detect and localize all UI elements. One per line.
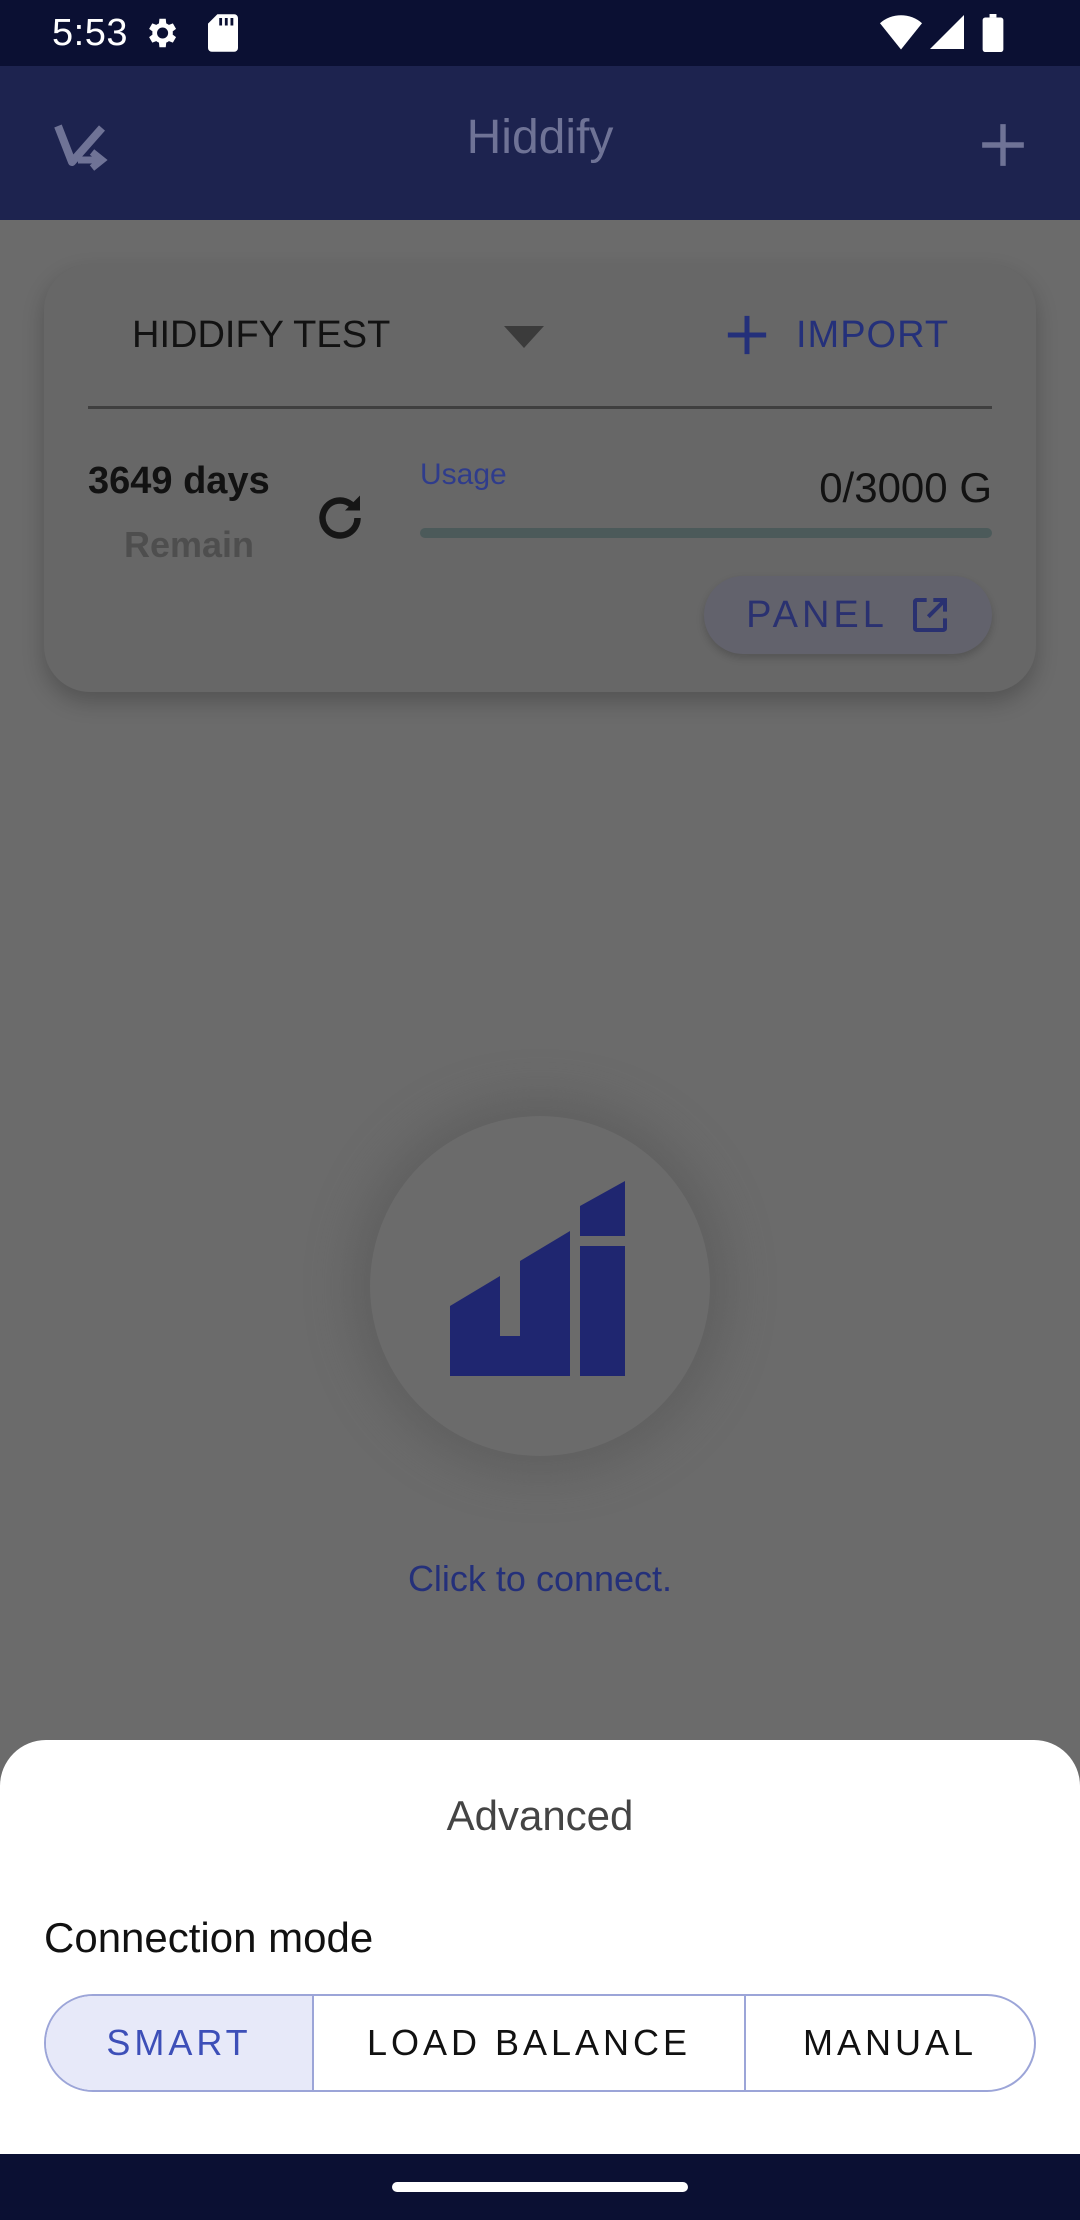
panel-label: PANEL — [746, 593, 888, 636]
panel-button[interactable]: PANEL — [704, 576, 992, 654]
external-link-icon — [912, 598, 947, 632]
divider — [88, 406, 992, 409]
status-bar: 5:53 — [0, 0, 1080, 66]
usage-value: 0/3000 G — [819, 464, 992, 511]
plus-icon[interactable] — [978, 120, 1028, 170]
sheet-title: Advanced — [446, 1792, 634, 1839]
profile-name[interactable]: HIDDIFY TEST — [132, 314, 390, 357]
home-gesture-handle[interactable] — [392, 2182, 688, 2192]
usage-label: Usage — [420, 458, 507, 491]
status-time: 5:53 — [52, 12, 128, 54]
gear-icon — [149, 18, 177, 48]
battery-icon — [982, 14, 1004, 52]
chevron-down-icon[interactable] — [504, 326, 544, 348]
mode-load-balance-button[interactable]: LOAD BALANCE — [312, 1996, 744, 2090]
wifi-icon — [880, 15, 922, 50]
import-label: IMPORT — [796, 313, 950, 356]
profile-card: HIDDIFY TEST IMPORT 3649 days Remain Usa… — [44, 264, 1036, 692]
signal-icon — [930, 15, 964, 49]
connect-button[interactable] — [370, 1116, 710, 1456]
days-remaining: 3649 days — [88, 460, 270, 502]
connection-mode-label: Connection mode — [44, 1914, 374, 1961]
connect-status-text[interactable]: Click to connect. — [0, 1558, 1080, 1600]
mode-smart-button[interactable]: SMART — [46, 1996, 312, 2090]
import-button[interactable]: IMPORT — [724, 300, 949, 370]
plus-icon — [727, 315, 767, 355]
app-bar: Hiddify — [0, 66, 1080, 220]
hiddify-connect-icon — [450, 1181, 625, 1376]
mode-manual-button[interactable]: MANUAL — [744, 1996, 1034, 2090]
usage-progress-bar — [420, 528, 992, 538]
refresh-icon[interactable] — [310, 488, 370, 548]
connection-mode-selector: SMART LOAD BALANCE MANUAL — [44, 1994, 1036, 2092]
remain-label: Remain — [124, 524, 255, 565]
navigation-bar — [0, 2154, 1080, 2220]
app-title: Hiddify — [466, 111, 614, 164]
advanced-bottom-sheet: Advanced Connection mode SMART LOAD BALA… — [0, 1740, 1080, 2154]
sd-card-icon — [208, 14, 238, 52]
